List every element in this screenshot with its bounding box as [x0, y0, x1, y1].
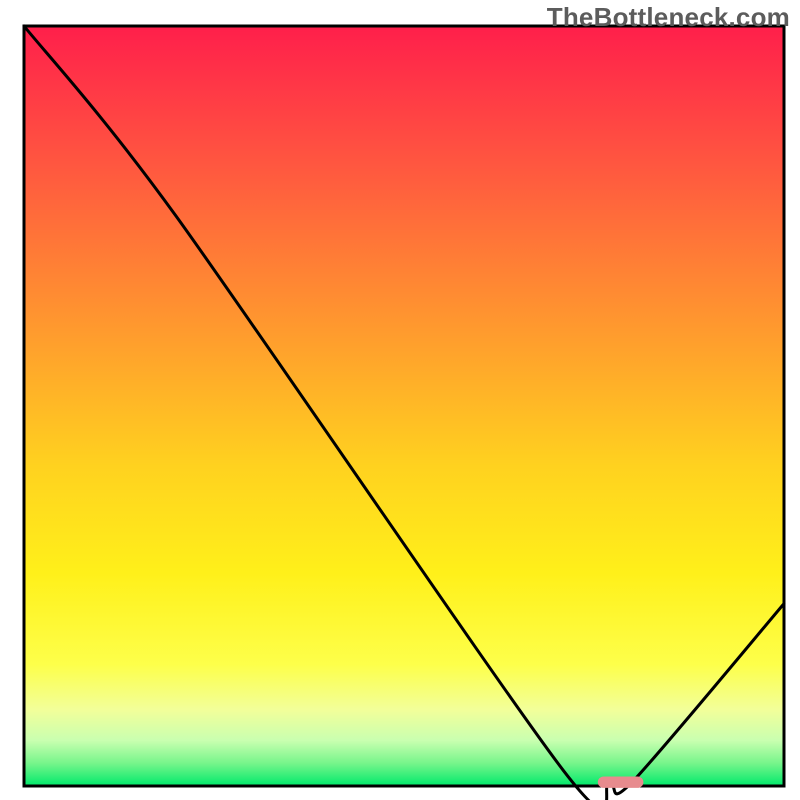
watermark-text: TheBottleneck.com: [547, 2, 790, 33]
gradient-background: [24, 26, 784, 786]
chart-frame: TheBottleneck.com: [0, 0, 800, 800]
bottleneck-chart: [0, 0, 800, 800]
optimum-marker: [598, 777, 644, 788]
